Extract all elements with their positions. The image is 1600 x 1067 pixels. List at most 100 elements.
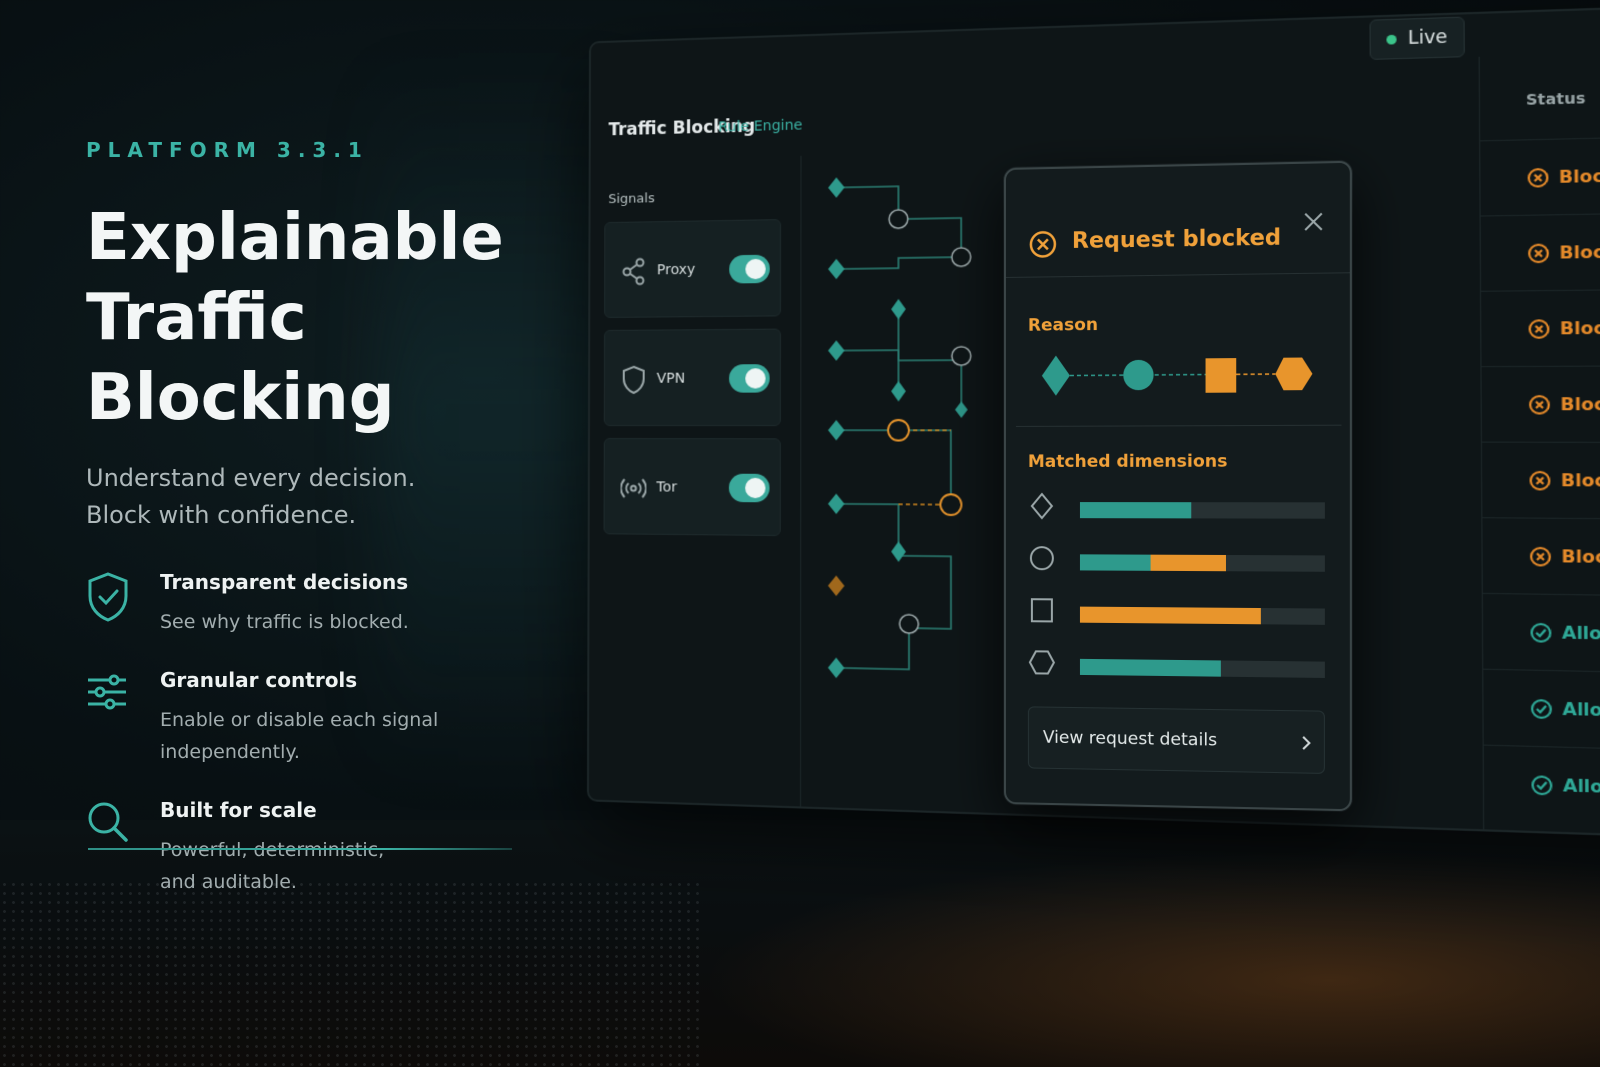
feature-desc: Enable or disable each signal independen… xyxy=(160,704,438,768)
blocked-circle-x-icon xyxy=(1528,393,1551,415)
status-text: Blocked xyxy=(1561,546,1600,568)
tor-toggle[interactable] xyxy=(728,473,770,503)
signal-card-proxy[interactable]: Proxy xyxy=(604,219,782,318)
reason-label: Reason xyxy=(1027,314,1099,336)
feature-title: Transparent decisions xyxy=(160,570,409,594)
popup-title: Request blocked xyxy=(1071,225,1282,254)
feature-title: Granular controls xyxy=(160,668,358,692)
status-row[interactable]: Blocked xyxy=(1481,288,1600,367)
dimension-bar-fill xyxy=(1150,554,1226,572)
status-text: Allowed xyxy=(1562,698,1600,722)
dimension-bar-fill xyxy=(1079,554,1151,571)
sliders-icon xyxy=(88,674,126,710)
broadcast-icon xyxy=(620,473,646,503)
signal-card-vpn[interactable]: VPN xyxy=(603,328,781,427)
hexagon-icon xyxy=(1275,357,1313,391)
signal-label: Proxy xyxy=(656,261,696,279)
shield-check-icon xyxy=(88,572,128,622)
hexagon-icon xyxy=(1028,648,1056,676)
desk-warm-light xyxy=(700,850,1600,1067)
signal-label: Tor xyxy=(656,479,677,496)
reason-chain xyxy=(1041,355,1313,396)
live-badge[interactable]: Live xyxy=(1369,16,1465,61)
search-icon xyxy=(88,802,128,842)
top-bar: Traffic Blocking Rule Engine Live xyxy=(591,6,1600,140)
graph-node xyxy=(891,541,906,563)
dimension-row xyxy=(1028,490,1333,525)
graph-node xyxy=(827,657,845,679)
blocked-circle-x-icon xyxy=(1527,318,1550,340)
subline-line-2: Block with confidence. xyxy=(86,501,357,529)
headline-line-1: Explainable xyxy=(86,201,504,275)
close-icon[interactable] xyxy=(1302,210,1325,233)
allowed-check-icon xyxy=(1530,697,1553,719)
headline: Explainable Traffic Blocking xyxy=(86,198,606,438)
dimensions-label: Matched dimensions xyxy=(1027,451,1228,472)
allowed-check-icon xyxy=(1530,774,1553,797)
blocked-circle-x-icon xyxy=(1526,166,1549,188)
status-row[interactable]: Allowed xyxy=(1482,592,1600,674)
status-row[interactable]: Blocked xyxy=(1480,211,1600,291)
graph-node xyxy=(828,177,845,198)
rule-graph xyxy=(827,177,1025,679)
graph-node xyxy=(955,401,968,418)
graph-node xyxy=(891,380,906,402)
request-blocked-popup: Request blocked Reason Matched dimension… xyxy=(1004,160,1352,812)
feature-desc: See why traffic is blocked. xyxy=(160,606,409,638)
status-text: Blocked xyxy=(1559,317,1600,339)
status-header: Status xyxy=(1525,90,1586,110)
signal-label: VPN xyxy=(656,370,686,387)
square-icon xyxy=(1205,358,1237,393)
hero-section: PLATFORM 3.3.1 Explainable Traffic Block… xyxy=(86,138,606,928)
feature-item: Granular controls Enable or disable each… xyxy=(86,668,606,768)
hero-divider xyxy=(88,848,512,850)
feature-title: Built for scale xyxy=(160,798,317,822)
dimension-bar xyxy=(1079,502,1325,519)
square-icon xyxy=(1028,596,1056,624)
subline-line-1: Understand every decision. xyxy=(86,464,416,492)
signals-label: Signals xyxy=(608,191,655,208)
status-row[interactable]: Blocked xyxy=(1481,441,1600,520)
blocked-circle-x-icon xyxy=(1528,469,1551,491)
vpn-toggle[interactable] xyxy=(729,364,770,393)
status-text: Blocked xyxy=(1560,469,1600,492)
signals-panel: Signals Proxy VPN Tor xyxy=(588,155,802,819)
status-text: Allowed xyxy=(1561,622,1600,645)
app-subtitle[interactable]: Rule Engine xyxy=(718,117,802,135)
chevron-right-icon xyxy=(1299,734,1313,753)
button-label: View request details xyxy=(1042,727,1218,751)
diamond-icon xyxy=(1028,492,1056,520)
circle-icon xyxy=(1028,544,1056,572)
graph-node xyxy=(827,493,845,515)
graph-node xyxy=(891,298,906,320)
dimension-bar xyxy=(1079,658,1325,678)
graph-node xyxy=(828,258,845,280)
dimension-bar xyxy=(1079,606,1325,625)
status-text: Allowed xyxy=(1562,775,1600,799)
status-row[interactable]: Allowed xyxy=(1483,744,1600,829)
status-row[interactable]: Allowed xyxy=(1483,668,1600,752)
blocked-circle-x-icon xyxy=(1527,242,1550,264)
status-text: Blocked xyxy=(1558,164,1600,188)
dimension-row xyxy=(1028,594,1333,631)
popup-divider xyxy=(1015,424,1342,427)
status-text: Blocked xyxy=(1559,241,1600,263)
live-dot-icon xyxy=(1386,34,1397,45)
status-text: Blocked xyxy=(1560,393,1600,415)
status-row[interactable]: Blocked xyxy=(1482,517,1600,597)
feature-item: Transparent decisions See why traffic is… xyxy=(86,570,606,638)
popup-header: Request blocked xyxy=(1005,162,1350,278)
diamond-icon xyxy=(1041,355,1070,396)
feature-desc-line: Powerful, deterministic, xyxy=(160,839,385,861)
dimension-row xyxy=(1028,542,1333,578)
status-row[interactable]: Blocked xyxy=(1481,365,1600,443)
proxy-toggle[interactable] xyxy=(729,254,770,284)
signal-card-tor[interactable]: Tor xyxy=(603,438,781,537)
view-request-details-button[interactable]: View request details xyxy=(1027,706,1325,774)
live-label: Live xyxy=(1407,26,1448,50)
headline-line-2: Traffic Blocking xyxy=(86,281,395,435)
status-row[interactable]: Blocked xyxy=(1480,134,1600,216)
dimension-bar-fill xyxy=(1079,502,1192,519)
dimension-bar xyxy=(1079,554,1325,572)
blocked-circle-x-icon xyxy=(1529,545,1552,567)
